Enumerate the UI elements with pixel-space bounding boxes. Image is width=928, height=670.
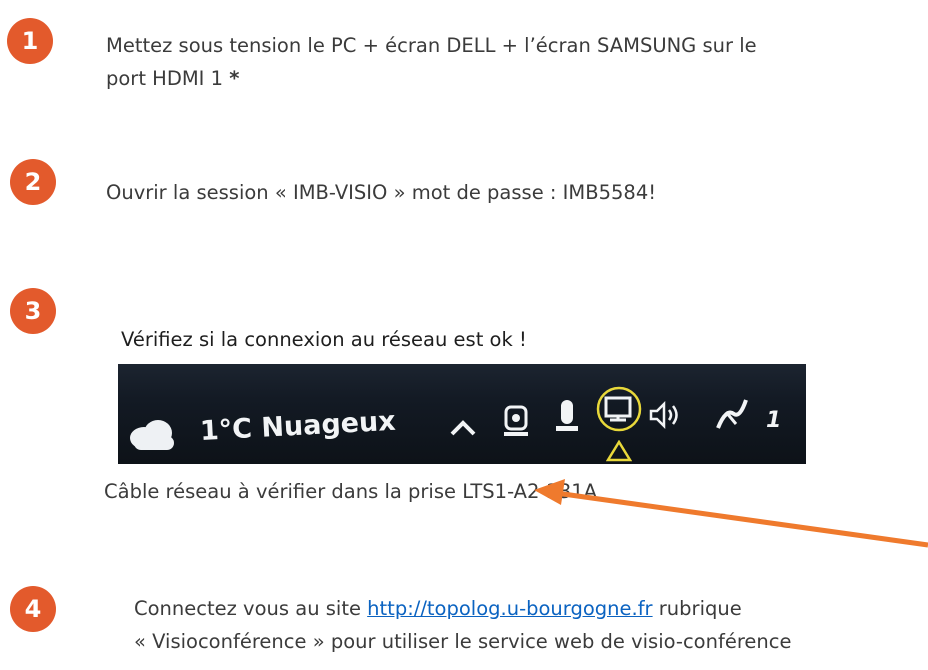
step-4-line2: « Visioconférence » pour utiliser le ser… bbox=[134, 630, 792, 653]
step-4-text: Connectez vous au site http://topolog.u-… bbox=[134, 592, 792, 658]
step-4-line1-before: Connectez vous au site bbox=[134, 597, 368, 620]
step-4-line1-after: rubrique bbox=[652, 597, 742, 620]
step-4-line1: Connectez vous au site http://topolog.u-… bbox=[134, 592, 792, 625]
topolog-link[interactable]: http://topolog.u-bourgogne.fr bbox=[367, 597, 652, 620]
arrow-icon bbox=[534, 479, 928, 548]
step-4-badge: 4 bbox=[10, 586, 56, 632]
